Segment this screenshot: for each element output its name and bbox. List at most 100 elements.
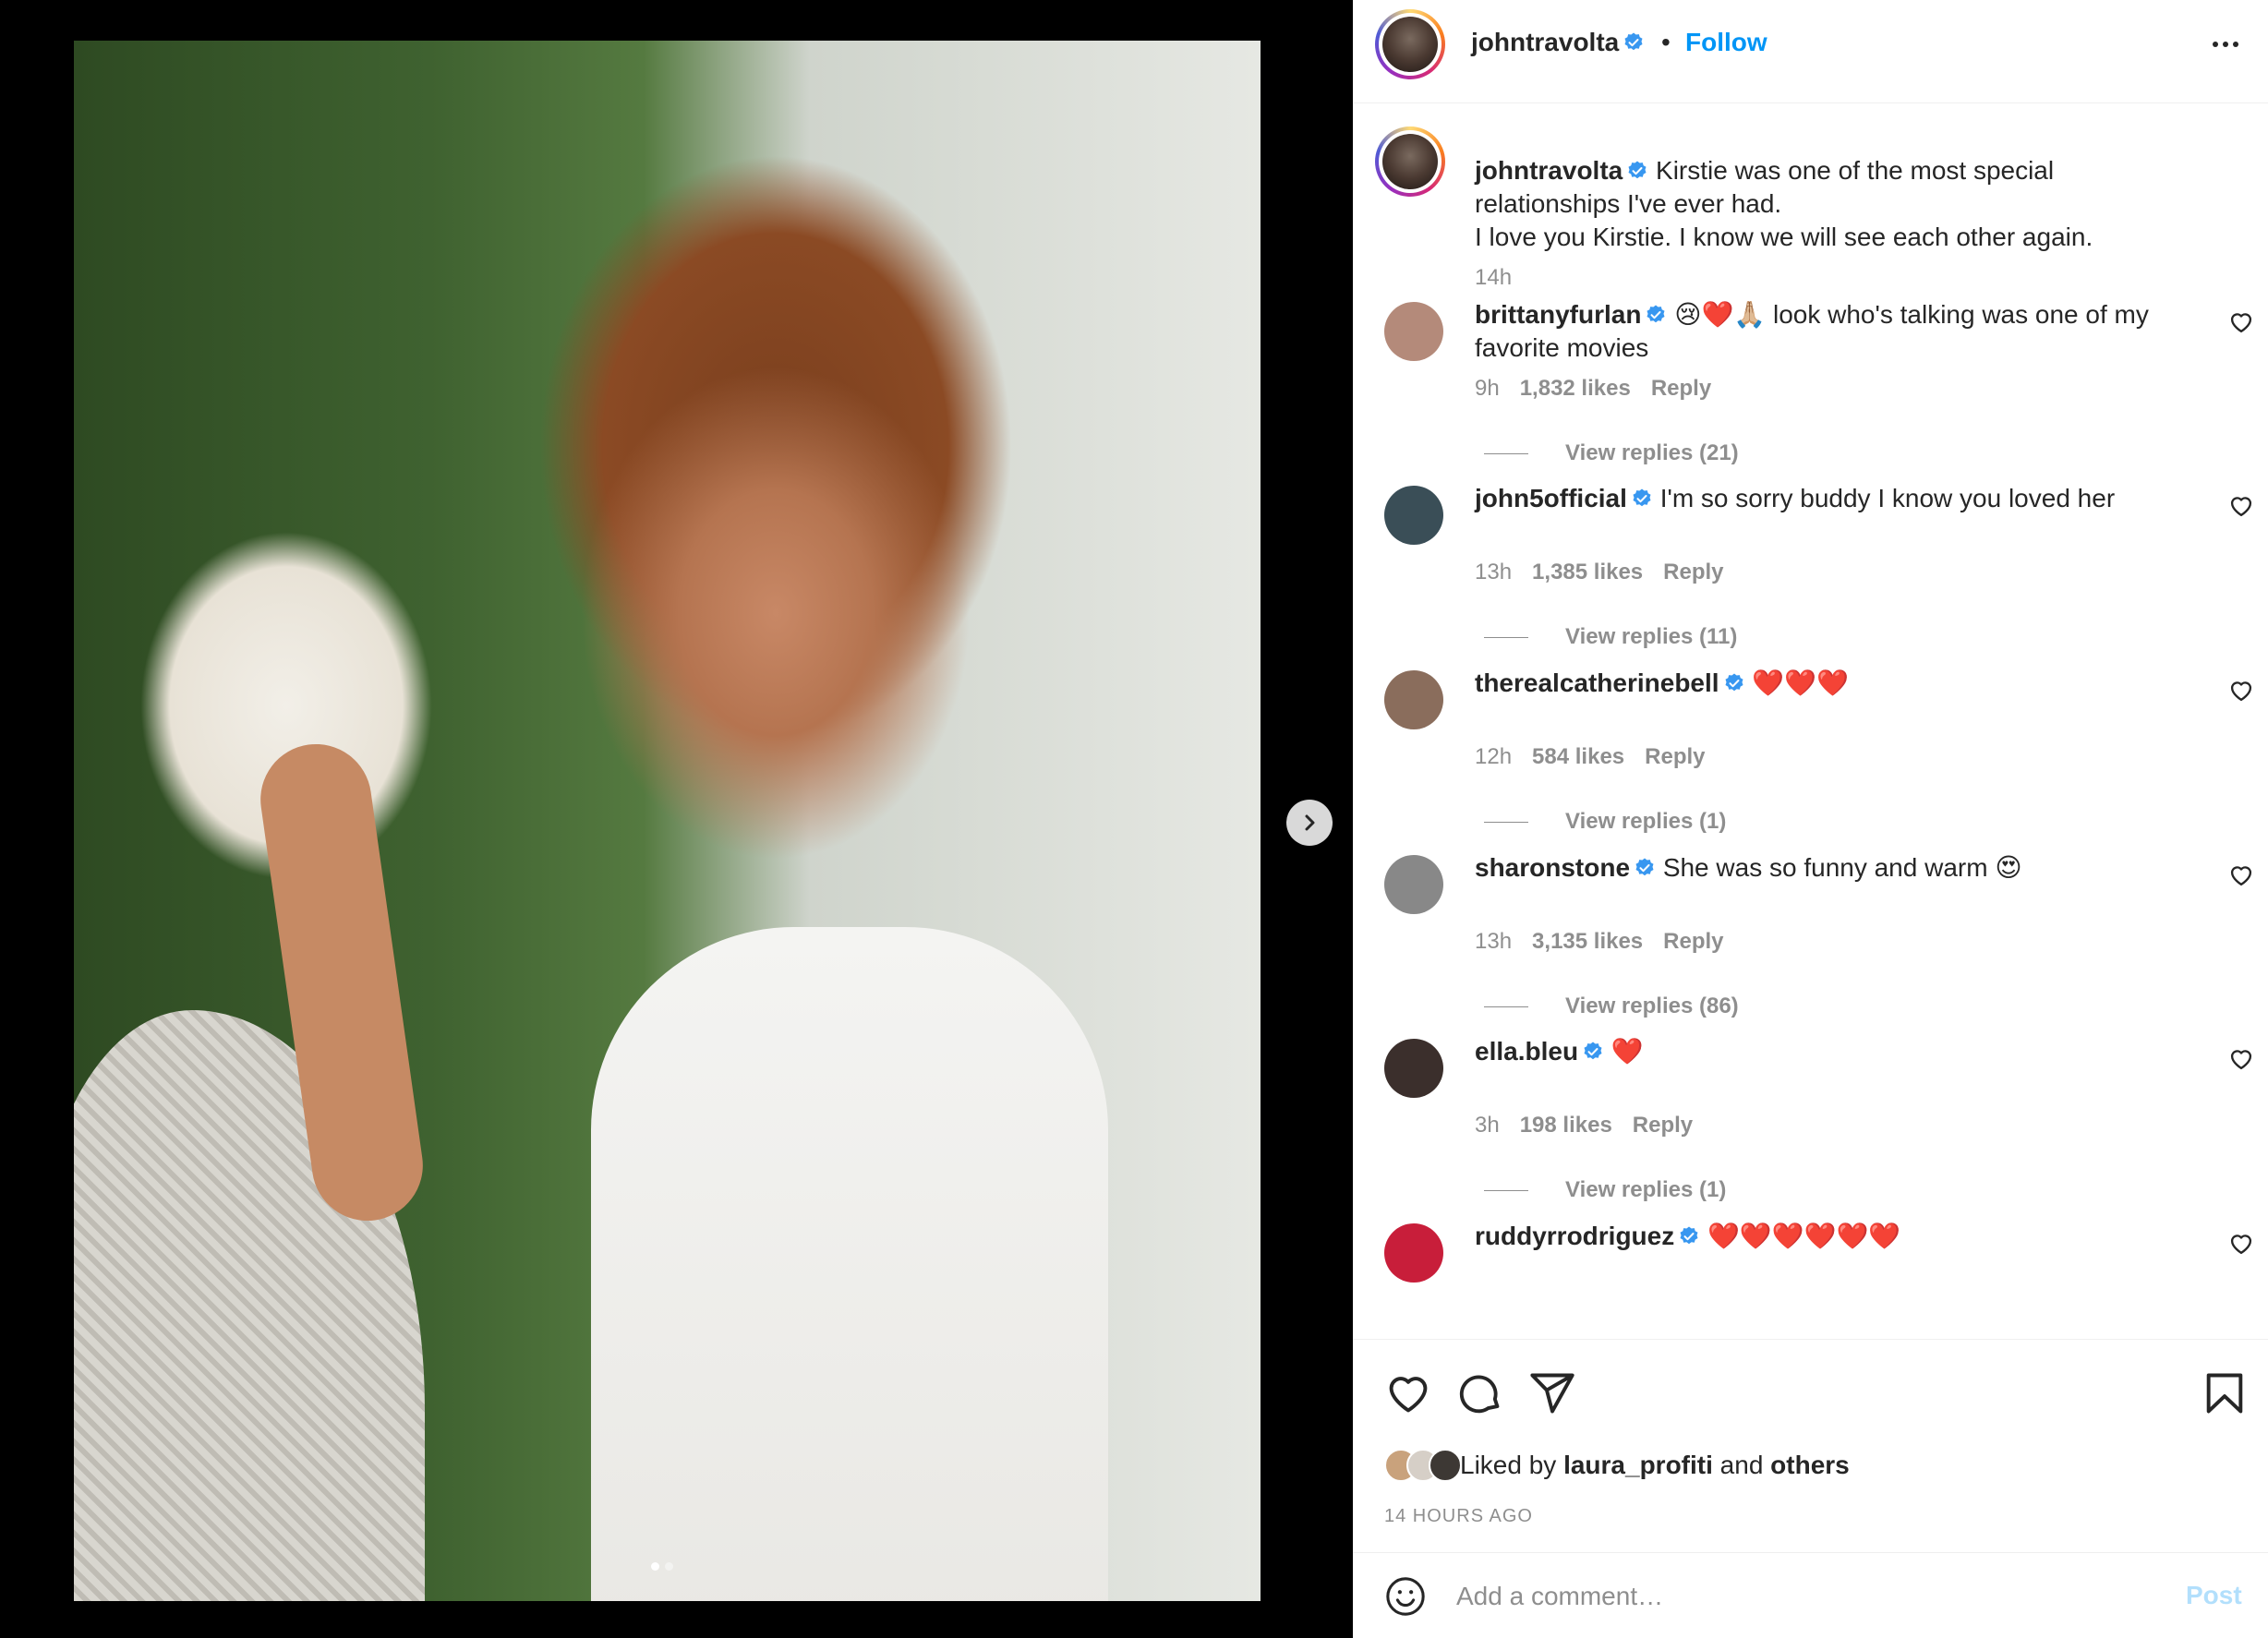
comment-time: 13h: [1475, 560, 1513, 584]
comment-emoji: 🙏🏼: [1733, 299, 1767, 330]
author-username[interactable]: johntravolta: [1471, 28, 1645, 57]
verified-badge-icon: [1725, 673, 1743, 692]
comment-hearts: ❤️❤️❤️: [1752, 668, 1849, 698]
comment-username[interactable]: sharonstone: [1475, 853, 1630, 882]
carousel-dot: [665, 1562, 673, 1571]
view-replies-button[interactable]: View replies (21): [1484, 440, 1739, 466]
comment-emoji: 😍: [1995, 852, 2022, 883]
post-details-panel: johntravolta • Follow johntravolta Kirst…: [1353, 0, 2268, 1638]
comment-body: john5official I'm so sorry buddy I know …: [1475, 482, 2186, 515]
media-viewer: [0, 0, 1353, 1638]
verified-badge-icon: [1647, 305, 1665, 323]
post-actions: Liked by laura_profiti and others 14 HOU…: [1353, 1339, 2268, 1638]
liked-by: Liked by laura_profiti and others: [1384, 1449, 1850, 1482]
comment-item: brittanyfurlan 😢❤️🙏🏼 look who's talking …: [1353, 298, 2268, 483]
add-comment-bar: Post: [1353, 1552, 2268, 1638]
caption-time: 14h: [1475, 265, 1513, 290]
comment-likes[interactable]: 1,832 likes: [1520, 376, 1631, 402]
photo-dress: [591, 927, 1108, 1601]
comment-meta: 13h 3,135 likes Reply: [1475, 929, 1724, 955]
comment-username[interactable]: john5official: [1475, 484, 1627, 512]
caption-username[interactable]: johntravolta: [1475, 156, 1623, 185]
liked-prefix: Liked by: [1460, 1451, 1557, 1479]
emoji-icon[interactable]: [1384, 1575, 1427, 1618]
heart-icon[interactable]: [1384, 1369, 1432, 1417]
comment-avatar[interactable]: [1384, 1039, 1443, 1098]
verified-badge-icon: [1624, 32, 1643, 51]
heart-icon[interactable]: [2228, 1046, 2254, 1072]
verified-badge-icon: [1635, 858, 1654, 876]
verified-badge-icon: [1633, 488, 1651, 507]
comment-avatar[interactable]: [1384, 486, 1443, 545]
post-header: johntravolta • Follow: [1353, 0, 2268, 103]
post-photo[interactable]: [74, 41, 1261, 1601]
comment-body: brittanyfurlan 😢❤️🙏🏼 look who's talking …: [1475, 298, 2186, 365]
carousel-indicator: [651, 1562, 673, 1571]
comment-username[interactable]: ella.bleu: [1475, 1037, 1578, 1066]
comment-avatar[interactable]: [1384, 855, 1443, 914]
reply-button[interactable]: Reply: [1633, 1113, 1693, 1138]
comment-body: therealcatherinebell ❤️❤️❤️: [1475, 667, 2186, 700]
verified-badge-icon: [1680, 1226, 1698, 1245]
comment-username[interactable]: brittanyfurlan: [1475, 300, 1641, 329]
comment-input[interactable]: [1456, 1573, 2140, 1620]
bookmark-icon[interactable]: [2201, 1369, 2249, 1417]
author-avatar[interactable]: [1375, 9, 1445, 79]
comment-likes[interactable]: 198 likes: [1520, 1113, 1612, 1138]
comment-time: 13h: [1475, 929, 1513, 954]
comment-item: ella.bleu ❤️ 3h 198 likes Reply View replies…: [1353, 1035, 2268, 1220]
caption-text: johntravolta Kirstie was one of the most…: [1475, 154, 2177, 254]
carousel-dot-active: [651, 1562, 659, 1571]
more-icon: [2213, 42, 2218, 47]
comment-meta: 3h 198 likes Reply: [1475, 1113, 1693, 1138]
comment-body: sharonstone She was so funny and warm 😍: [1475, 851, 2186, 885]
reply-button[interactable]: Reply: [1663, 929, 1723, 955]
comment-username[interactable]: therealcatherinebell: [1475, 668, 1719, 697]
comment-time: 3h: [1475, 1113, 1500, 1138]
reply-button[interactable]: Reply: [1651, 376, 1711, 402]
caption-avatar[interactable]: [1375, 126, 1445, 197]
view-replies-button[interactable]: View replies (11): [1484, 624, 1737, 650]
comment-hearts: ❤️: [1701, 299, 1734, 330]
comment-likes[interactable]: 584 likes: [1532, 744, 1624, 770]
heart-icon[interactable]: [2228, 1231, 2254, 1257]
share-icon[interactable]: [1528, 1369, 1576, 1417]
reply-button[interactable]: Reply: [1645, 744, 1705, 770]
comment-icon[interactable]: [1456, 1369, 1504, 1417]
comment-item: ruddyrrodriguez ❤️❤️❤️❤️❤️❤️: [1353, 1220, 2268, 1339]
more-options-button[interactable]: [2202, 26, 2249, 63]
liked-user-link[interactable]: laura_profiti: [1563, 1451, 1713, 1480]
comment-likes[interactable]: 3,135 likes: [1532, 929, 1643, 955]
liked-others-link[interactable]: others: [1770, 1451, 1850, 1480]
comment-hearts: ❤️: [1611, 1036, 1644, 1066]
comment-time: 9h: [1475, 376, 1500, 401]
heart-icon[interactable]: [2228, 678, 2254, 704]
heart-icon[interactable]: [2228, 493, 2254, 519]
comments-list[interactable]: johntravolta Kirstie was one of the most…: [1353, 104, 2268, 1339]
comment-likes[interactable]: 1,385 likes: [1532, 560, 1643, 585]
comment-body: ruddyrrodriguez ❤️❤️❤️❤️❤️❤️: [1475, 1220, 2186, 1253]
comment-avatar[interactable]: [1384, 670, 1443, 729]
verified-badge-icon: [1628, 161, 1647, 179]
heart-icon[interactable]: [2228, 309, 2254, 335]
comment-body: ella.bleu ❤️: [1475, 1035, 2186, 1068]
view-replies-button[interactable]: View replies (1): [1484, 1177, 1726, 1203]
post-comment-button[interactable]: Post: [2186, 1581, 2242, 1610]
comment-avatar[interactable]: [1384, 302, 1443, 361]
comment-meta: 13h 1,385 likes Reply: [1475, 560, 1724, 585]
next-arrow-button[interactable]: [1286, 800, 1333, 846]
next-arrow-icon: [1305, 814, 1315, 831]
reply-button[interactable]: Reply: [1663, 560, 1723, 585]
liked-by-avatars[interactable]: [1384, 1449, 1462, 1482]
verified-badge-icon: [1584, 1042, 1602, 1060]
comment-time: 12h: [1475, 744, 1513, 769]
comment-username[interactable]: ruddyrrodriguez: [1475, 1222, 1674, 1250]
comment-item: sharonstone She was so funny and warm 😍 1…: [1353, 851, 2268, 1036]
view-replies-button[interactable]: View replies (86): [1484, 994, 1739, 1019]
comment-avatar[interactable]: [1384, 1223, 1443, 1283]
view-replies-button[interactable]: View replies (1): [1484, 809, 1726, 835]
heart-icon[interactable]: [2228, 862, 2254, 888]
liked-and: and: [1719, 1451, 1764, 1479]
follow-button[interactable]: Follow: [1685, 28, 1767, 57]
comment-text: I'm so sorry buddy I know you loved her: [1659, 484, 2116, 512]
